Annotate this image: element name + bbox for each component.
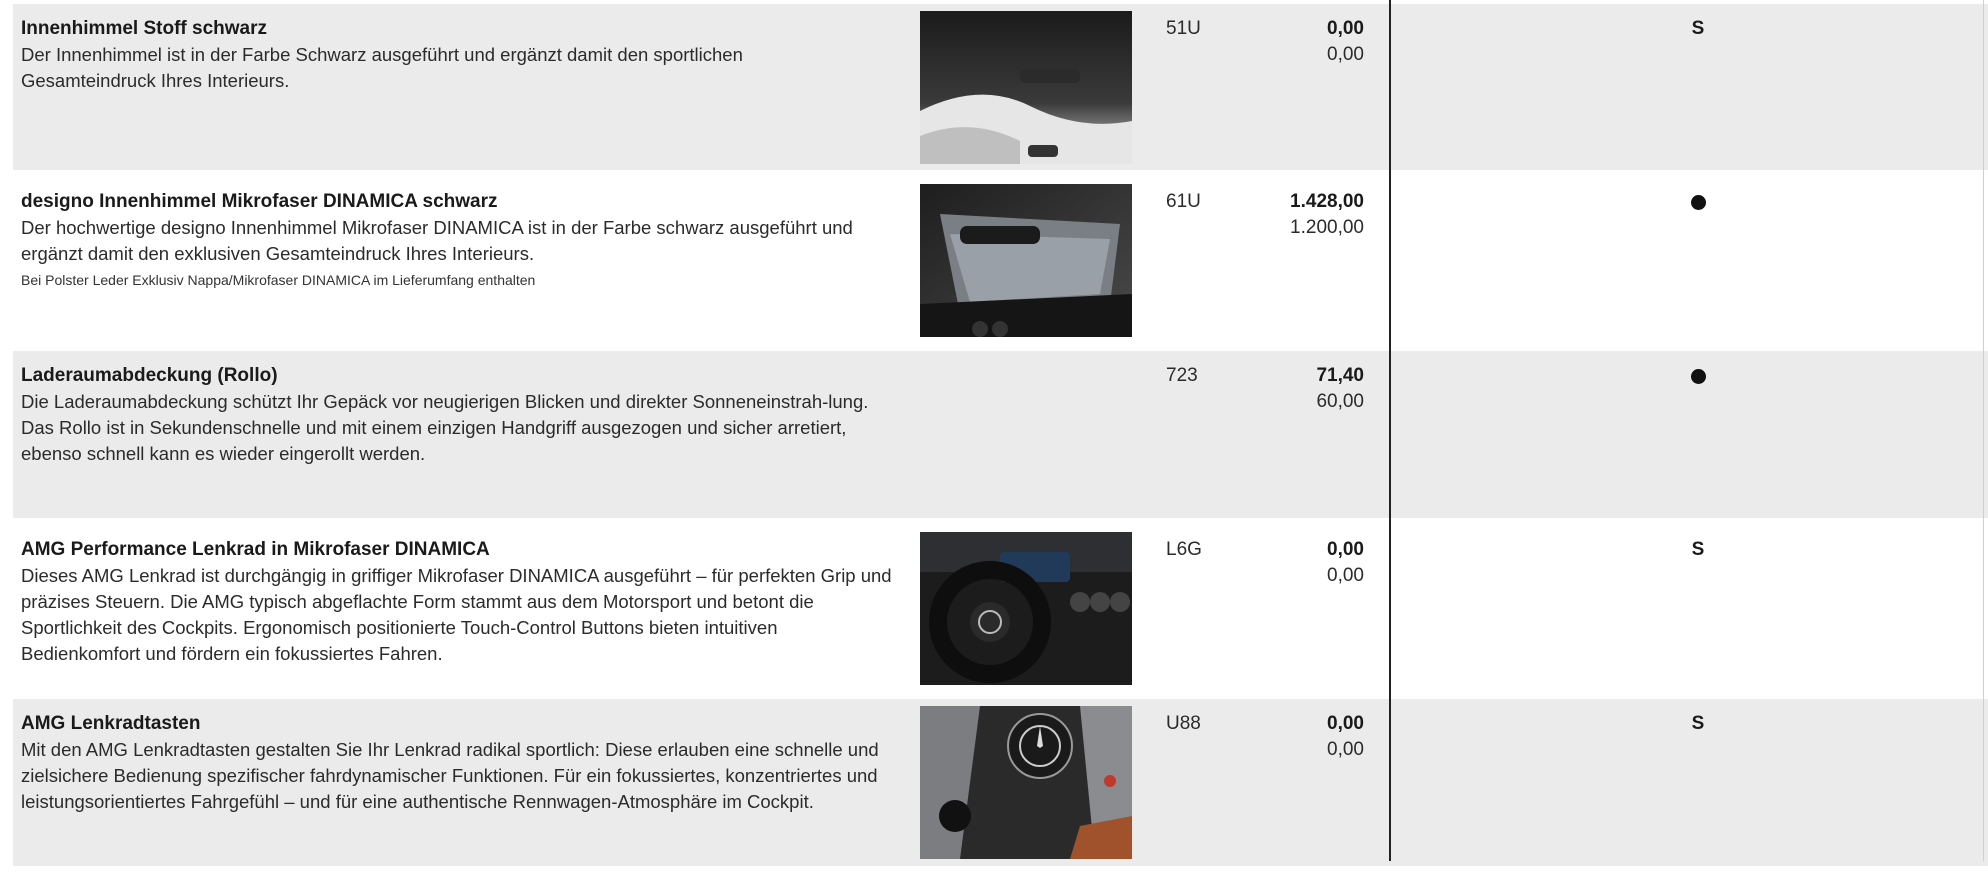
- price-net: 0,00: [1327, 565, 1364, 586]
- price-gross: 0,00: [1327, 713, 1364, 734]
- price-gross: 0,00: [1327, 539, 1364, 560]
- option-description-cell: Innenhimmel Stoff schwarz Der Innenhimme…: [21, 16, 906, 94]
- price-net: 0,00: [1327, 44, 1364, 65]
- option-image: [920, 11, 1132, 164]
- option-row: Laderaumabdeckung (Rollo) Die Laderaumab…: [13, 351, 1988, 518]
- availability-mark: S: [1691, 539, 1705, 560]
- price-gross: 71,40: [1316, 365, 1364, 386]
- availability-mark: S: [1691, 713, 1705, 734]
- right-border: [1983, 0, 1984, 861]
- option-description: Der hochwertige designo Innenhimmel Mikr…: [21, 217, 853, 264]
- option-image: [920, 532, 1132, 685]
- price-gross: 1.428,00: [1290, 191, 1364, 212]
- availability-mark: [1678, 189, 1718, 218]
- option-title: AMG Performance Lenkrad in Mikrofaser DI…: [21, 539, 490, 560]
- option-note: Bei Polster Leder Exklusiv Nappa/Mikrofa…: [21, 272, 536, 288]
- steering-wheel-buttons-photo: [920, 706, 1132, 859]
- options-table: Innenhimmel Stoff schwarz Der Innenhimme…: [13, 0, 1988, 873]
- option-price: 1.428,00 1.200,00: [1218, 189, 1364, 241]
- option-code: L6G: [1166, 539, 1202, 560]
- option-description: Dieses AMG Lenkrad ist durchgängig in gr…: [21, 565, 892, 664]
- option-image: [920, 706, 1132, 859]
- option-row: designo Innenhimmel Mikrofaser DINAMICA …: [13, 177, 1988, 344]
- option-image: [920, 184, 1132, 337]
- option-code: 51U: [1166, 18, 1201, 39]
- price-gross: 0,00: [1327, 18, 1364, 39]
- option-row: Innenhimmel Stoff schwarz Der Innenhimme…: [13, 4, 1988, 170]
- option-row: AMG Lenkradtasten Mit den AMG Lenkradtas…: [13, 699, 1988, 866]
- optional-dot-icon: [1690, 369, 1706, 384]
- price-net: 1.200,00: [1290, 217, 1364, 238]
- option-title: designo Innenhimmel Mikrofaser DINAMICA …: [21, 191, 498, 212]
- option-row: AMG Performance Lenkrad in Mikrofaser DI…: [13, 525, 1988, 692]
- option-title: Innenhimmel Stoff schwarz: [21, 18, 267, 39]
- availability-mark: S: [1691, 18, 1705, 39]
- option-title: AMG Lenkradtasten: [21, 713, 201, 734]
- option-price: 0,00 0,00: [1218, 16, 1364, 68]
- option-code: 723: [1166, 365, 1198, 386]
- price-net: 0,00: [1327, 739, 1364, 760]
- option-description-cell: AMG Lenkradtasten Mit den AMG Lenkradtas…: [21, 711, 906, 815]
- column-divider: [1389, 0, 1391, 861]
- option-price: 71,40 60,00: [1218, 363, 1364, 415]
- option-code: U88: [1166, 713, 1201, 734]
- option-code: 61U: [1166, 191, 1201, 212]
- steering-wheel-photo: [920, 532, 1132, 685]
- option-description-cell: AMG Performance Lenkrad in Mikrofaser DI…: [21, 537, 906, 667]
- option-description: Die Laderaumabdeckung schützt Ihr Gepäck…: [21, 391, 869, 464]
- availability-mark: [1678, 363, 1718, 392]
- option-price: 0,00 0,00: [1218, 711, 1364, 763]
- headliner-dinamica-photo: [920, 184, 1132, 337]
- headliner-photo: [920, 11, 1132, 164]
- option-description: Mit den AMG Lenkradtasten gestalten Sie …: [21, 739, 879, 812]
- standard-option-dot-icon: [1690, 195, 1706, 210]
- option-title: Laderaumabdeckung (Rollo): [21, 365, 278, 386]
- option-price: 0,00 0,00: [1218, 537, 1364, 589]
- price-net: 60,00: [1316, 391, 1364, 412]
- option-description: Der Innenhimmel ist in der Farbe Schwarz…: [21, 44, 743, 91]
- option-description-cell: designo Innenhimmel Mikrofaser DINAMICA …: [21, 189, 906, 291]
- option-description-cell: Laderaumabdeckung (Rollo) Die Laderaumab…: [21, 363, 906, 467]
